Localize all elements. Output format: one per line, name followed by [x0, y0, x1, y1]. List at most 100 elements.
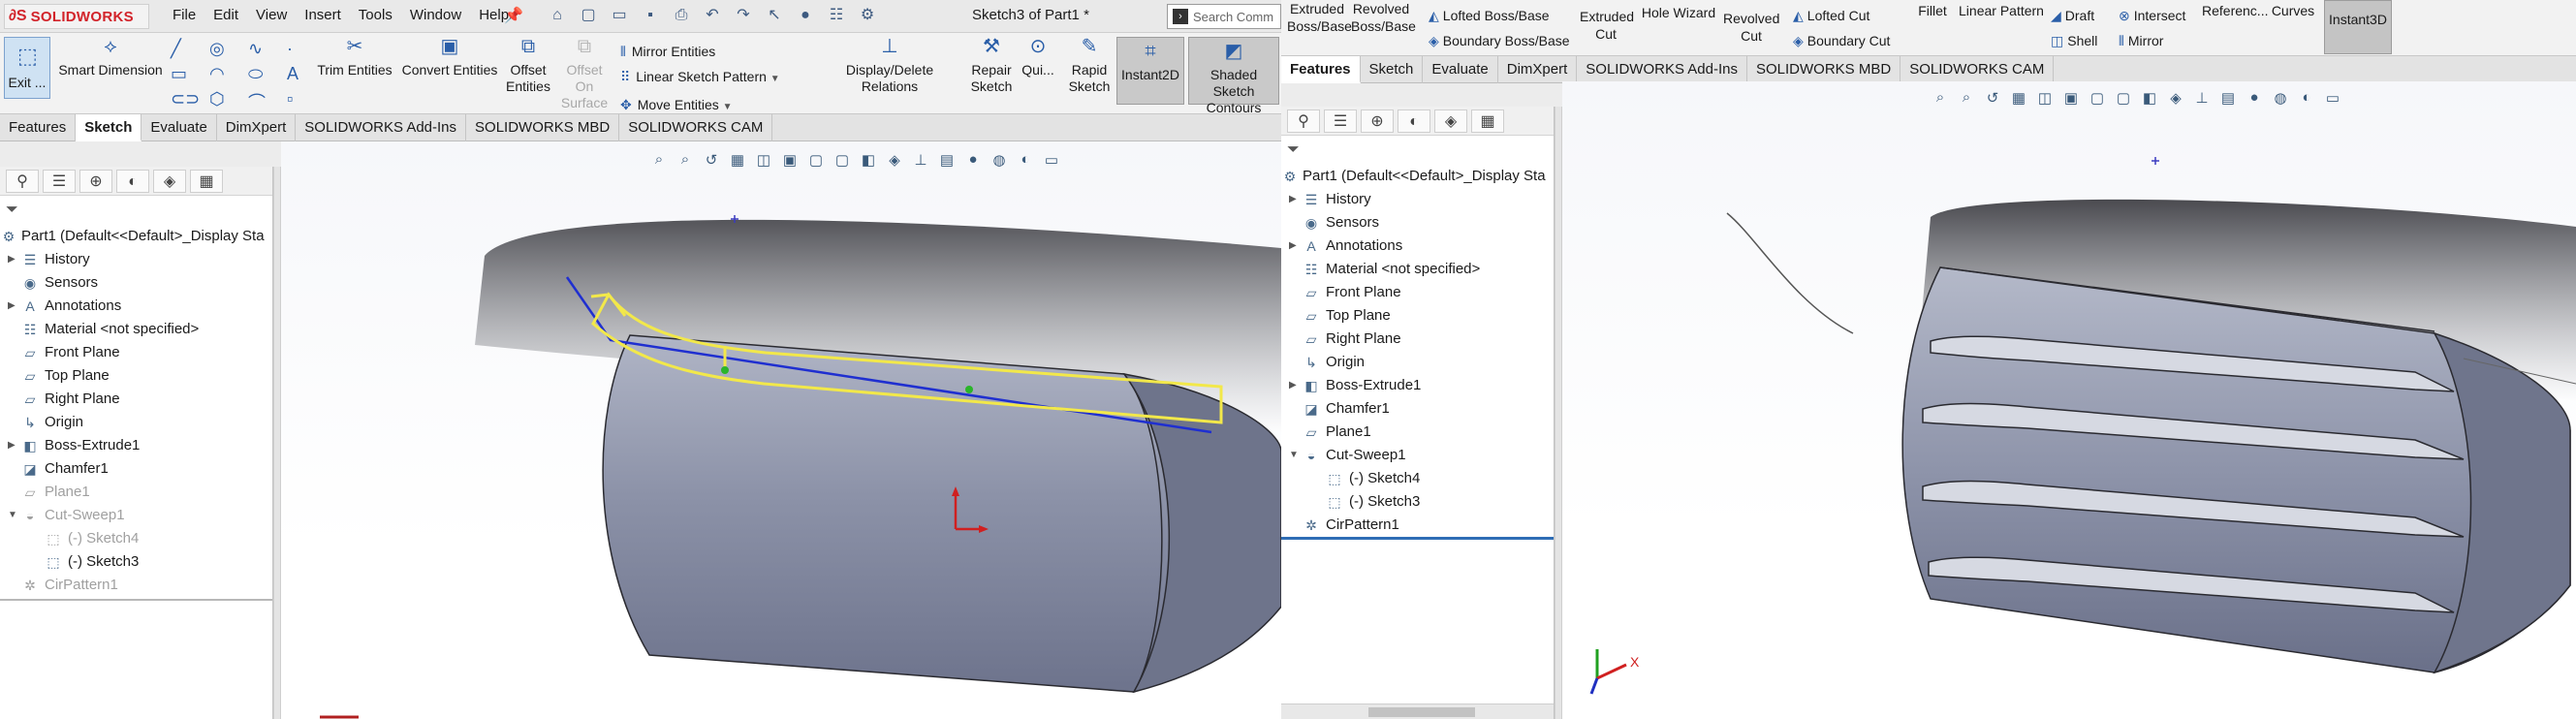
lofted-boss-button[interactable]: ◭ Lofted Boss/Base: [1429, 8, 1550, 24]
graphics-viewport[interactable]: ⌕ ⌕ ↺ ▦ ◫ ▣ ▢ ▢ ◧ ◈ ⊥ ▤ ● ◍ ◐ ▭: [281, 141, 1281, 719]
tree-item-chamfer1[interactable]: ◪ Chamfer1: [0, 457, 272, 481]
tab-dimxpert[interactable]: DimXpert: [1498, 56, 1578, 83]
shaded-sketch-contours-button[interactable]: ◩ Shaded Sketch Contours: [1188, 37, 1279, 115]
linear-sketch-pattern-button[interactable]: ⠿ Linear Sketch Pattern ▼: [620, 64, 780, 92]
feature-tree-icon[interactable]: ⚲: [6, 170, 39, 193]
boundary-boss-button[interactable]: ◈ Boundary Boss/Base: [1429, 33, 1570, 49]
panel-splitter[interactable]: [1555, 107, 1562, 719]
tree-item-annotations[interactable]: ▶ A Annotations: [0, 295, 272, 318]
save-icon[interactable]: ▪: [638, 4, 663, 27]
feature-tree-icon[interactable]: ⚲: [1287, 109, 1320, 133]
cam-manager-icon[interactable]: ▦: [1471, 109, 1504, 133]
scrollbar-thumb[interactable]: [1368, 707, 1475, 717]
tab-features[interactable]: Features: [1281, 56, 1361, 83]
traffic-light-icon[interactable]: ●: [793, 4, 818, 27]
tree-item-front-plane[interactable]: ▱ Front Plane: [1281, 281, 1554, 304]
instant2d-button[interactable]: ⌗ Instant2D: [1116, 37, 1184, 105]
tree-item-cirpattern1[interactable]: ✲ CirPattern1: [1281, 514, 1554, 537]
spline-icon[interactable]: ∿: [248, 39, 287, 60]
tree-horizontal-scrollbar[interactable]: [1281, 703, 1554, 719]
home-icon[interactable]: ⌂: [545, 4, 570, 27]
tree-item-material[interactable]: ☷ Material <not specified>: [0, 318, 272, 341]
tree-item-plane1[interactable]: ▱ Plane1: [0, 481, 272, 504]
menu-window[interactable]: Window: [410, 7, 461, 23]
tree-item-cut-sweep1[interactable]: ▼ ◒ Cut-Sweep1: [0, 504, 272, 527]
tree-item-sketch3[interactable]: ⬚ (-) Sketch3: [1281, 490, 1554, 514]
panel-splitter[interactable]: [273, 167, 281, 719]
intersect-button[interactable]: ⊗ Intersect: [2119, 8, 2185, 24]
tree-item-sketch4[interactable]: ⬚ (-) Sketch4: [1281, 467, 1554, 490]
tree-item-cut-sweep1[interactable]: ▼ ◒ Cut-Sweep1: [1281, 444, 1554, 467]
tree-item-right-plane[interactable]: ▱ Right Plane: [1281, 328, 1554, 351]
search-commands-input[interactable]: › Search Comm: [1167, 4, 1281, 29]
plane-sketch-icon[interactable]: ▫: [287, 89, 326, 110]
tab-sketch[interactable]: Sketch: [76, 114, 142, 141]
hole-wizard-button[interactable]: Hole Wizard: [1638, 4, 1719, 21]
tree-item-origin[interactable]: ↳ Origin: [0, 411, 272, 434]
shell-button[interactable]: ◫ Shell: [2051, 33, 2097, 49]
sketch-point[interactable]: [721, 366, 729, 374]
fillet-button[interactable]: Fillet: [1913, 2, 1952, 19]
dimxpert-manager-icon[interactable]: ◐: [116, 170, 149, 193]
exit-sketch-button[interactable]: ⬚ Exit ...: [4, 37, 50, 99]
tab-sketch[interactable]: Sketch: [1361, 56, 1424, 83]
expand-arrow-icon[interactable]: ▶: [8, 434, 17, 457]
instant3d-button[interactable]: Instant3D: [2324, 0, 2392, 54]
options-gear-icon[interactable]: ⚙: [855, 4, 880, 27]
tree-item-history[interactable]: ▶ ☰ History: [1281, 188, 1554, 211]
open-folder-icon[interactable]: ▭: [607, 4, 632, 27]
tab-features[interactable]: Features: [0, 114, 77, 141]
select-arrow-icon[interactable]: ↖: [762, 4, 787, 27]
tab-evaluate[interactable]: Evaluate: [1423, 56, 1498, 83]
tree-item-material[interactable]: ☷ Material <not specified>: [1281, 258, 1554, 281]
expand-arrow-icon[interactable]: ▶: [1289, 188, 1299, 211]
arc-icon[interactable]: ◠: [209, 64, 248, 85]
tab-dimxpert[interactable]: DimXpert: [217, 114, 297, 141]
offset-entities-button[interactable]: ⧉ Offset Entities: [504, 37, 552, 95]
cam-manager-icon[interactable]: ▦: [190, 170, 223, 193]
property-manager-icon[interactable]: ☰: [1324, 109, 1357, 133]
expand-arrow-icon[interactable]: ▶: [1289, 234, 1299, 258]
display-delete-relations-button[interactable]: ⊥ Display/Delete Relations: [816, 37, 963, 95]
trim-entities-button[interactable]: ✂ Trim Entities: [316, 37, 393, 78]
polygon-icon[interactable]: ⬡: [209, 89, 248, 110]
tree-item-top-plane[interactable]: ▱ Top Plane: [1281, 304, 1554, 328]
file-properties-icon[interactable]: ☷: [824, 4, 849, 27]
graphics-viewport[interactable]: ⌕ ⌕ ↺ ▦ ◫ ▣ ▢ ▢ ◧ ◈ ⊥ ▤ ● ◍ ◐ ▭: [1562, 81, 2576, 719]
revolved-boss-button[interactable]: Revolved Boss/Base: [1351, 0, 1416, 35]
mirror-entities-button[interactable]: ⫴ Mirror Entities: [620, 39, 780, 64]
tree-item-annotations[interactable]: ▶ A Annotations: [1281, 234, 1554, 258]
print-icon[interactable]: ⎙: [669, 4, 694, 27]
tree-item-sensors[interactable]: ◉ Sensors: [1281, 211, 1554, 234]
tab-add-ins[interactable]: SOLIDWORKS Add-Ins: [296, 114, 467, 141]
filter-icon[interactable]: ⏷: [1287, 141, 1300, 159]
extruded-boss-button[interactable]: Extruded Boss/Base: [1287, 0, 1352, 35]
dimxpert-manager-icon[interactable]: ◐: [1398, 109, 1430, 133]
tab-evaluate[interactable]: Evaluate: [141, 114, 217, 141]
pin-icon[interactable]: 📌: [504, 6, 523, 25]
extruded-cut-button[interactable]: Extruded Cut: [1580, 8, 1634, 43]
rollback-bar[interactable]: [0, 599, 272, 601]
sketch-midpoint[interactable]: [965, 386, 973, 393]
tree-item-plane1[interactable]: ▱ Plane1: [1281, 421, 1554, 444]
rollback-bar[interactable]: [1281, 537, 1554, 540]
slot-icon[interactable]: ⊂⊃: [171, 89, 209, 110]
linear-pattern-button[interactable]: Linear Pattern: [1956, 2, 2047, 19]
revolved-cut-button[interactable]: Revolved Cut: [1723, 10, 1779, 45]
undo-icon[interactable]: ↶: [700, 4, 725, 27]
ellipse-icon[interactable]: ⬭: [248, 64, 287, 85]
expand-arrow-icon[interactable]: ▶: [1289, 374, 1299, 397]
tree-item-part[interactable]: ⚙ Part1 (Default<<Default>_Display Sta: [0, 225, 272, 248]
tab-add-ins[interactable]: SOLIDWORKS Add-Ins: [1577, 56, 1747, 83]
tab-mbd[interactable]: SOLIDWORKS MBD: [1747, 56, 1901, 83]
redo-icon[interactable]: ↷: [731, 4, 756, 27]
tab-cam[interactable]: SOLIDWORKS CAM: [619, 114, 773, 141]
rectangle-icon[interactable]: ▭: [171, 64, 209, 85]
solidworks-logo[interactable]: ∂S SOLIDWORKS: [4, 4, 149, 29]
rapid-sketch-button[interactable]: ✎ Rapid Sketch: [1066, 37, 1113, 95]
draft-button[interactable]: ◢ Draft: [2051, 8, 2094, 24]
lofted-cut-button[interactable]: ◭ Lofted Cut: [1793, 8, 1869, 24]
menu-file[interactable]: File: [173, 7, 196, 23]
tree-item-sensors[interactable]: ◉ Sensors: [0, 271, 272, 295]
tree-item-origin[interactable]: ↳ Origin: [1281, 351, 1554, 374]
